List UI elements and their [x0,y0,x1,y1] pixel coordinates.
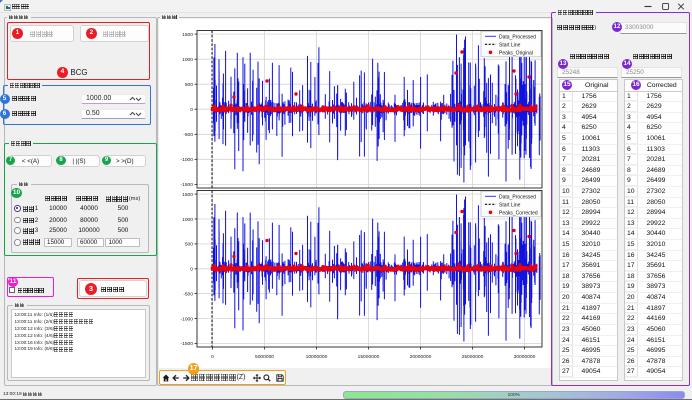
svg-text:0: 0 [211,354,214,360]
svg-text:-1500: -1500 [180,341,193,347]
svg-text:1000: 1000 [182,217,193,223]
svg-text:Data_Processed: Data_Processed [499,194,536,200]
svg-text:Peaks_Original: Peaks_Original [499,50,533,56]
svg-text:15000000: 15000000 [358,354,380,360]
svg-text:500: 500 [185,82,193,88]
svg-text:10000000: 10000000 [306,354,328,360]
svg-text:-500: -500 [183,291,193,297]
svg-text:Start Line: Start Line [499,202,521,208]
svg-text:-1500: -1500 [180,182,193,188]
svg-text:Start Line: Start Line [499,42,521,48]
svg-text:30000000: 30000000 [514,354,536,360]
svg-text:1500: 1500 [182,192,193,198]
svg-text:-1000: -1000 [180,316,193,322]
svg-text:0: 0 [190,267,193,273]
svg-text:25000000: 25000000 [462,354,484,360]
svg-text:500: 500 [185,242,193,248]
svg-text:1500: 1500 [182,32,193,38]
svg-text:20000000: 20000000 [410,354,432,360]
svg-text:1000: 1000 [182,57,193,63]
svg-text:-1000: -1000 [180,157,193,163]
svg-text:-500: -500 [183,132,193,138]
svg-text:Data_Processed: Data_Processed [499,34,536,40]
svg-text:0: 0 [190,107,193,113]
svg-text:5000000: 5000000 [255,354,274,360]
svg-text:Peaks_Corrected: Peaks_Corrected [499,210,538,216]
